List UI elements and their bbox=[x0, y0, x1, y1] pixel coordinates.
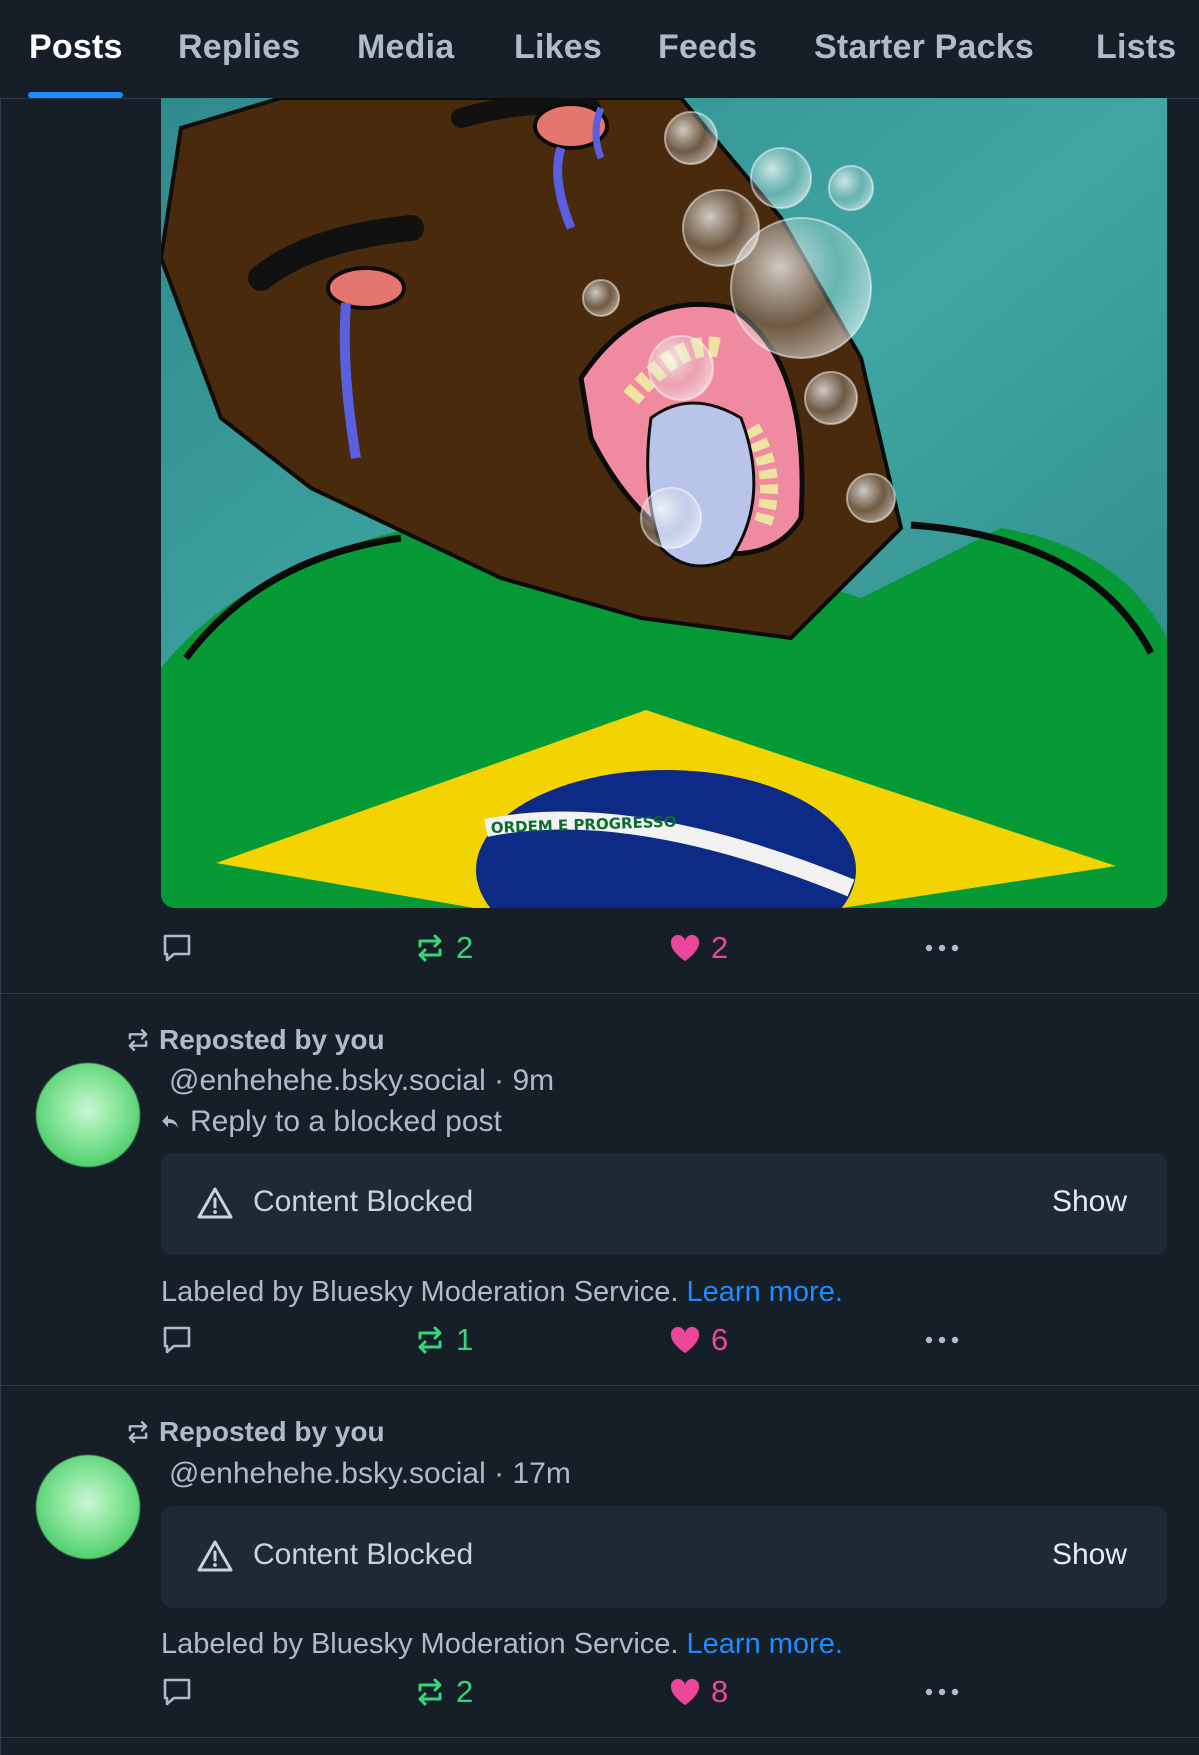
heart-icon bbox=[670, 1326, 700, 1353]
like-count: 6 bbox=[711, 1322, 729, 1357]
active-tab-indicator bbox=[28, 92, 123, 98]
post-author-line: @enhehehe.bsky.social · 17m bbox=[169, 1457, 571, 1491]
like-count: 2 bbox=[711, 930, 729, 965]
tab-feeds[interactable]: Feeds bbox=[658, 28, 757, 67]
tab-posts[interactable]: Posts bbox=[29, 28, 123, 67]
moderation-note: Labeled by Bluesky Moderation Service. L… bbox=[161, 1276, 843, 1309]
more-options-button[interactable] bbox=[924, 1672, 960, 1712]
comment-icon bbox=[163, 1326, 191, 1354]
ellipsis-icon bbox=[925, 1336, 959, 1344]
comment-icon bbox=[163, 934, 191, 962]
ellipsis-icon bbox=[925, 1688, 959, 1696]
reply-button[interactable] bbox=[161, 928, 193, 968]
post-time[interactable]: 9m bbox=[512, 1064, 554, 1097]
frame-border bbox=[0, 0, 1, 1755]
content-blocked-label: Content Blocked bbox=[253, 1185, 474, 1218]
like-count: 8 bbox=[711, 1674, 729, 1709]
post-actions: 1 6 bbox=[161, 1320, 991, 1360]
heart-icon bbox=[670, 1678, 700, 1705]
comment-icon bbox=[163, 1678, 191, 1706]
more-options-button[interactable] bbox=[924, 1320, 960, 1360]
like-button[interactable]: 2 bbox=[669, 928, 728, 968]
tab-replies[interactable]: Replies bbox=[178, 28, 300, 67]
content-blocked-box: Content Blocked Show bbox=[161, 1153, 1167, 1255]
repost-label: Reposted by you bbox=[159, 1416, 385, 1447]
repost-indicator[interactable]: Reposted by you bbox=[125, 1414, 385, 1450]
profile-tab-bar: Posts Replies Media Likes Feeds Starter … bbox=[0, 0, 1199, 99]
tab-lists[interactable]: Lists bbox=[1096, 28, 1176, 67]
post-author-line: @enhehehe.bsky.social · 9m bbox=[169, 1064, 554, 1098]
repost-icon bbox=[128, 1029, 148, 1051]
moderation-note-text: Labeled by Bluesky Moderation Service. bbox=[161, 1628, 679, 1660]
tab-starter-packs[interactable]: Starter Packs bbox=[814, 28, 1034, 67]
reply-arrow-icon bbox=[162, 1115, 178, 1128]
like-button[interactable]: 6 bbox=[669, 1320, 728, 1360]
profile-feed-screen: Posts Replies Media Likes Feeds Starter … bbox=[0, 0, 1199, 1755]
repost-count: 2 bbox=[456, 1674, 474, 1709]
heart-icon bbox=[670, 934, 700, 961]
post-actions: 2 2 bbox=[161, 928, 991, 968]
warning-icon bbox=[197, 1540, 233, 1572]
learn-more-link[interactable]: Learn more. bbox=[687, 1628, 843, 1660]
repost-button[interactable]: 1 bbox=[414, 1320, 473, 1360]
show-content-button[interactable]: Show bbox=[1052, 1185, 1127, 1219]
feed-divider bbox=[0, 1737, 1199, 1738]
content-blocked-box: Content Blocked Show bbox=[161, 1506, 1167, 1608]
repost-icon bbox=[128, 1421, 148, 1443]
reply-button[interactable] bbox=[161, 1320, 193, 1360]
separator-dot: · bbox=[494, 1064, 505, 1097]
avatar[interactable] bbox=[36, 1455, 140, 1559]
show-content-button[interactable]: Show bbox=[1052, 1538, 1127, 1572]
separator-dot: · bbox=[494, 1457, 505, 1490]
learn-more-link[interactable]: Learn more. bbox=[687, 1276, 843, 1308]
repost-icon bbox=[418, 1678, 442, 1706]
feed-divider bbox=[0, 1385, 1199, 1386]
repost-button[interactable]: 2 bbox=[414, 1672, 473, 1712]
author-handle[interactable]: @enhehehe.bsky.social bbox=[169, 1064, 486, 1097]
author-handle[interactable]: @enhehehe.bsky.social bbox=[169, 1457, 486, 1490]
moderation-note: Labeled by Bluesky Moderation Service. L… bbox=[161, 1628, 843, 1661]
post-time[interactable]: 17m bbox=[512, 1457, 570, 1490]
repost-button[interactable]: 2 bbox=[414, 928, 473, 968]
repost-count: 1 bbox=[456, 1322, 474, 1357]
more-options-button[interactable] bbox=[924, 928, 960, 968]
reply-context[interactable]: Reply to a blocked post bbox=[160, 1105, 502, 1139]
content-blocked-label: Content Blocked bbox=[253, 1538, 474, 1571]
reply-context-label: Reply to a blocked post bbox=[190, 1105, 502, 1138]
like-button[interactable]: 8 bbox=[669, 1672, 728, 1712]
tab-likes[interactable]: Likes bbox=[514, 28, 602, 67]
repost-label: Reposted by you bbox=[159, 1024, 385, 1055]
post-image[interactable]: ORDEM E PROGRESSO bbox=[161, 98, 1167, 908]
tab-media[interactable]: Media bbox=[357, 28, 454, 67]
repost-icon bbox=[418, 1326, 442, 1354]
repost-indicator[interactable]: Reposted by you bbox=[125, 1022, 385, 1058]
reply-button[interactable] bbox=[161, 1672, 193, 1712]
repost-count: 2 bbox=[456, 930, 474, 965]
ellipsis-icon bbox=[925, 944, 959, 952]
avatar[interactable] bbox=[36, 1063, 140, 1167]
post-actions: 2 8 bbox=[161, 1672, 991, 1712]
moderation-note-text: Labeled by Bluesky Moderation Service. bbox=[161, 1276, 679, 1308]
feed-divider bbox=[0, 993, 1199, 994]
repost-icon bbox=[418, 934, 442, 962]
warning-icon bbox=[197, 1187, 233, 1219]
